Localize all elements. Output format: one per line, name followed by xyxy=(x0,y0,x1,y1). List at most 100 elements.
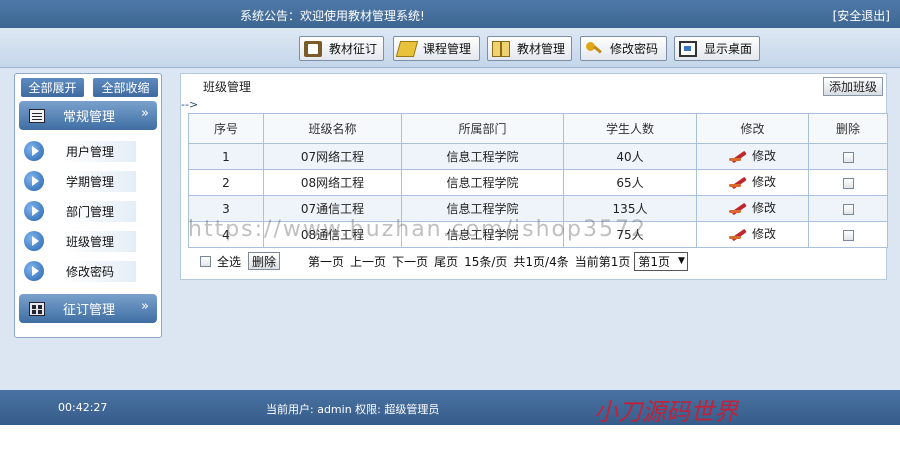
sidebar-item-change-password[interactable]: 修改密码 xyxy=(15,258,163,284)
next-page-link[interactable]: 下一页 xyxy=(392,253,428,270)
book-icon xyxy=(304,40,322,57)
top-bar: 系统公告：欢迎使用教材管理系统! [安全退出] xyxy=(0,0,900,28)
change-password-button[interactable]: 修改密码 xyxy=(580,36,667,61)
prev-page-link[interactable]: 上一页 xyxy=(350,253,386,270)
pagination-bar: 全选 删除 第一页 上一页 下一页 尾页 15条/页 共1页/4条 当前第1页 … xyxy=(188,249,887,273)
edit-cell: 修改 xyxy=(696,143,809,170)
textbook-management-label: 教材管理 xyxy=(516,42,565,56)
edit-link[interactable]: 修改 xyxy=(728,199,776,216)
delete-button[interactable]: 删除 xyxy=(248,252,281,270)
sidebar-item-label: 部门管理 xyxy=(64,200,137,222)
current-page-text: 当前第1页 xyxy=(574,254,631,269)
sidebar-item-users[interactable]: 用户管理 xyxy=(15,138,163,164)
section-order-title: 征订管理 xyxy=(63,303,116,318)
first-page-link[interactable]: 第一页 xyxy=(308,253,344,270)
play-bullet-icon xyxy=(24,201,44,221)
edit-cell: 修改 xyxy=(696,169,809,196)
delete-cell xyxy=(808,195,888,222)
edit-label: 修改 xyxy=(751,201,776,216)
student-count: 40人 xyxy=(563,143,697,170)
edit-label: 修改 xyxy=(751,227,776,242)
page-select[interactable]: 第1页 ▼ xyxy=(634,251,688,271)
document-icon xyxy=(29,108,45,123)
class-management-panel: 班级管理 --> 添加班级 序号 班级名称 所属部门 学生人数 修改 删除 1 … xyxy=(180,73,888,280)
play-bullet-icon xyxy=(24,261,44,281)
row-number: 2 xyxy=(188,169,264,196)
system-announcement: 系统公告：欢迎使用教材管理系统! xyxy=(240,9,425,23)
sidebar-item-label: 修改密码 xyxy=(64,260,137,282)
sidebar-item-semesters[interactable]: 学期管理 xyxy=(15,168,163,194)
chevron-right-icon: » xyxy=(141,106,149,121)
open-book-icon xyxy=(492,40,510,57)
row-number: 4 xyxy=(188,221,264,248)
brand-watermark: 小刀源码世界 xyxy=(594,398,738,426)
table-row: 3 07通信工程 信息工程学院 135人 修改 xyxy=(188,195,888,222)
section-general-title: 常规管理 xyxy=(63,110,116,125)
sidebar-item-classes[interactable]: 班级管理 xyxy=(15,228,163,254)
logout-link[interactable]: [安全退出] xyxy=(833,7,890,24)
desktop-icon xyxy=(679,40,697,57)
section-general-management[interactable]: 常规管理 » xyxy=(19,101,157,130)
row-checkbox[interactable] xyxy=(842,203,854,215)
pencil-icon xyxy=(728,227,751,241)
class-name: 08通信工程 xyxy=(263,221,402,248)
class-name: 07通信工程 xyxy=(263,195,402,222)
arrow-fragment: --> xyxy=(181,98,199,111)
select-all-checkbox[interactable] xyxy=(200,255,211,267)
order-textbook-button[interactable]: 教材征订 xyxy=(299,36,384,61)
edit-cell: 修改 xyxy=(696,221,809,248)
sidebar-item-departments[interactable]: 部门管理 xyxy=(15,198,163,224)
student-count: 75人 xyxy=(563,221,697,248)
textbook-management-button[interactable]: 教材管理 xyxy=(487,36,572,61)
sidebar-item-label: 班级管理 xyxy=(64,230,137,252)
row-checkbox[interactable] xyxy=(842,229,854,241)
student-count: 65人 xyxy=(563,169,697,196)
column-header: 修改 xyxy=(696,113,809,144)
toolbar: 教材征订 课程管理 教材管理 修改密码 显示桌面 xyxy=(0,28,900,68)
course-management-button[interactable]: 课程管理 xyxy=(393,36,480,61)
sidebar-item-label: 用户管理 xyxy=(64,140,137,162)
pencil-icon xyxy=(728,175,751,189)
last-page-link[interactable]: 尾页 xyxy=(434,253,458,270)
chevron-down-icon: ▼ xyxy=(678,256,685,266)
row-number: 1 xyxy=(188,143,264,170)
column-header: 序号 xyxy=(188,113,264,144)
table-header-row: 序号 班级名称 所属部门 学生人数 修改 删除 xyxy=(188,113,888,144)
page-title: 班级管理 xyxy=(203,80,252,94)
chevron-right-icon: » xyxy=(141,299,149,314)
course-management-label: 课程管理 xyxy=(423,42,472,56)
play-bullet-icon xyxy=(24,231,44,251)
change-password-label: 修改密码 xyxy=(610,42,659,56)
edit-link[interactable]: 修改 xyxy=(728,225,776,242)
total-text: 共1页/4条 xyxy=(513,254,569,269)
sidebar-item-label: 学期管理 xyxy=(64,170,137,192)
row-checkbox[interactable] xyxy=(842,177,854,189)
department: 信息工程学院 xyxy=(401,143,564,170)
column-header: 学生人数 xyxy=(563,113,697,144)
delete-cell xyxy=(808,143,888,170)
section-order-management[interactable]: 征订管理 » xyxy=(19,294,157,323)
column-header: 删除 xyxy=(808,113,888,144)
department: 信息工程学院 xyxy=(401,221,564,248)
pencil-icon xyxy=(728,201,751,215)
play-bullet-icon xyxy=(24,171,44,191)
collapse-all-button[interactable]: 全部收缩 xyxy=(93,78,158,97)
show-desktop-button[interactable]: 显示桌面 xyxy=(674,36,760,61)
delete-cell xyxy=(808,221,888,248)
edit-link[interactable]: 修改 xyxy=(728,173,776,190)
edit-link[interactable]: 修改 xyxy=(728,147,776,164)
class-table: 序号 班级名称 所属部门 学生人数 修改 删除 1 07网络工程 信息工程学院 … xyxy=(188,113,888,248)
table-row: 1 07网络工程 信息工程学院 40人 修改 xyxy=(188,143,888,170)
department: 信息工程学院 xyxy=(401,169,564,196)
expand-all-button[interactable]: 全部展开 xyxy=(21,78,84,97)
pencil-icon xyxy=(728,149,751,163)
key-icon xyxy=(585,41,603,57)
footer: 00:42:27 当前用户: admin 权限: 超级管理员 小刀源码世界 xyxy=(0,390,900,426)
row-number: 3 xyxy=(188,195,264,222)
edit-cell: 修改 xyxy=(696,195,809,222)
add-class-button[interactable]: 添加班级 xyxy=(822,77,883,96)
sidebar: 全部展开 全部收缩 常规管理 » 用户管理 学期管理 部门管理 班级管理 修改密… xyxy=(14,73,162,338)
clock: 00:42:27 xyxy=(58,401,108,414)
table-row: 4 08通信工程 信息工程学院 75人 修改 xyxy=(188,221,888,248)
row-checkbox[interactable] xyxy=(842,151,854,163)
